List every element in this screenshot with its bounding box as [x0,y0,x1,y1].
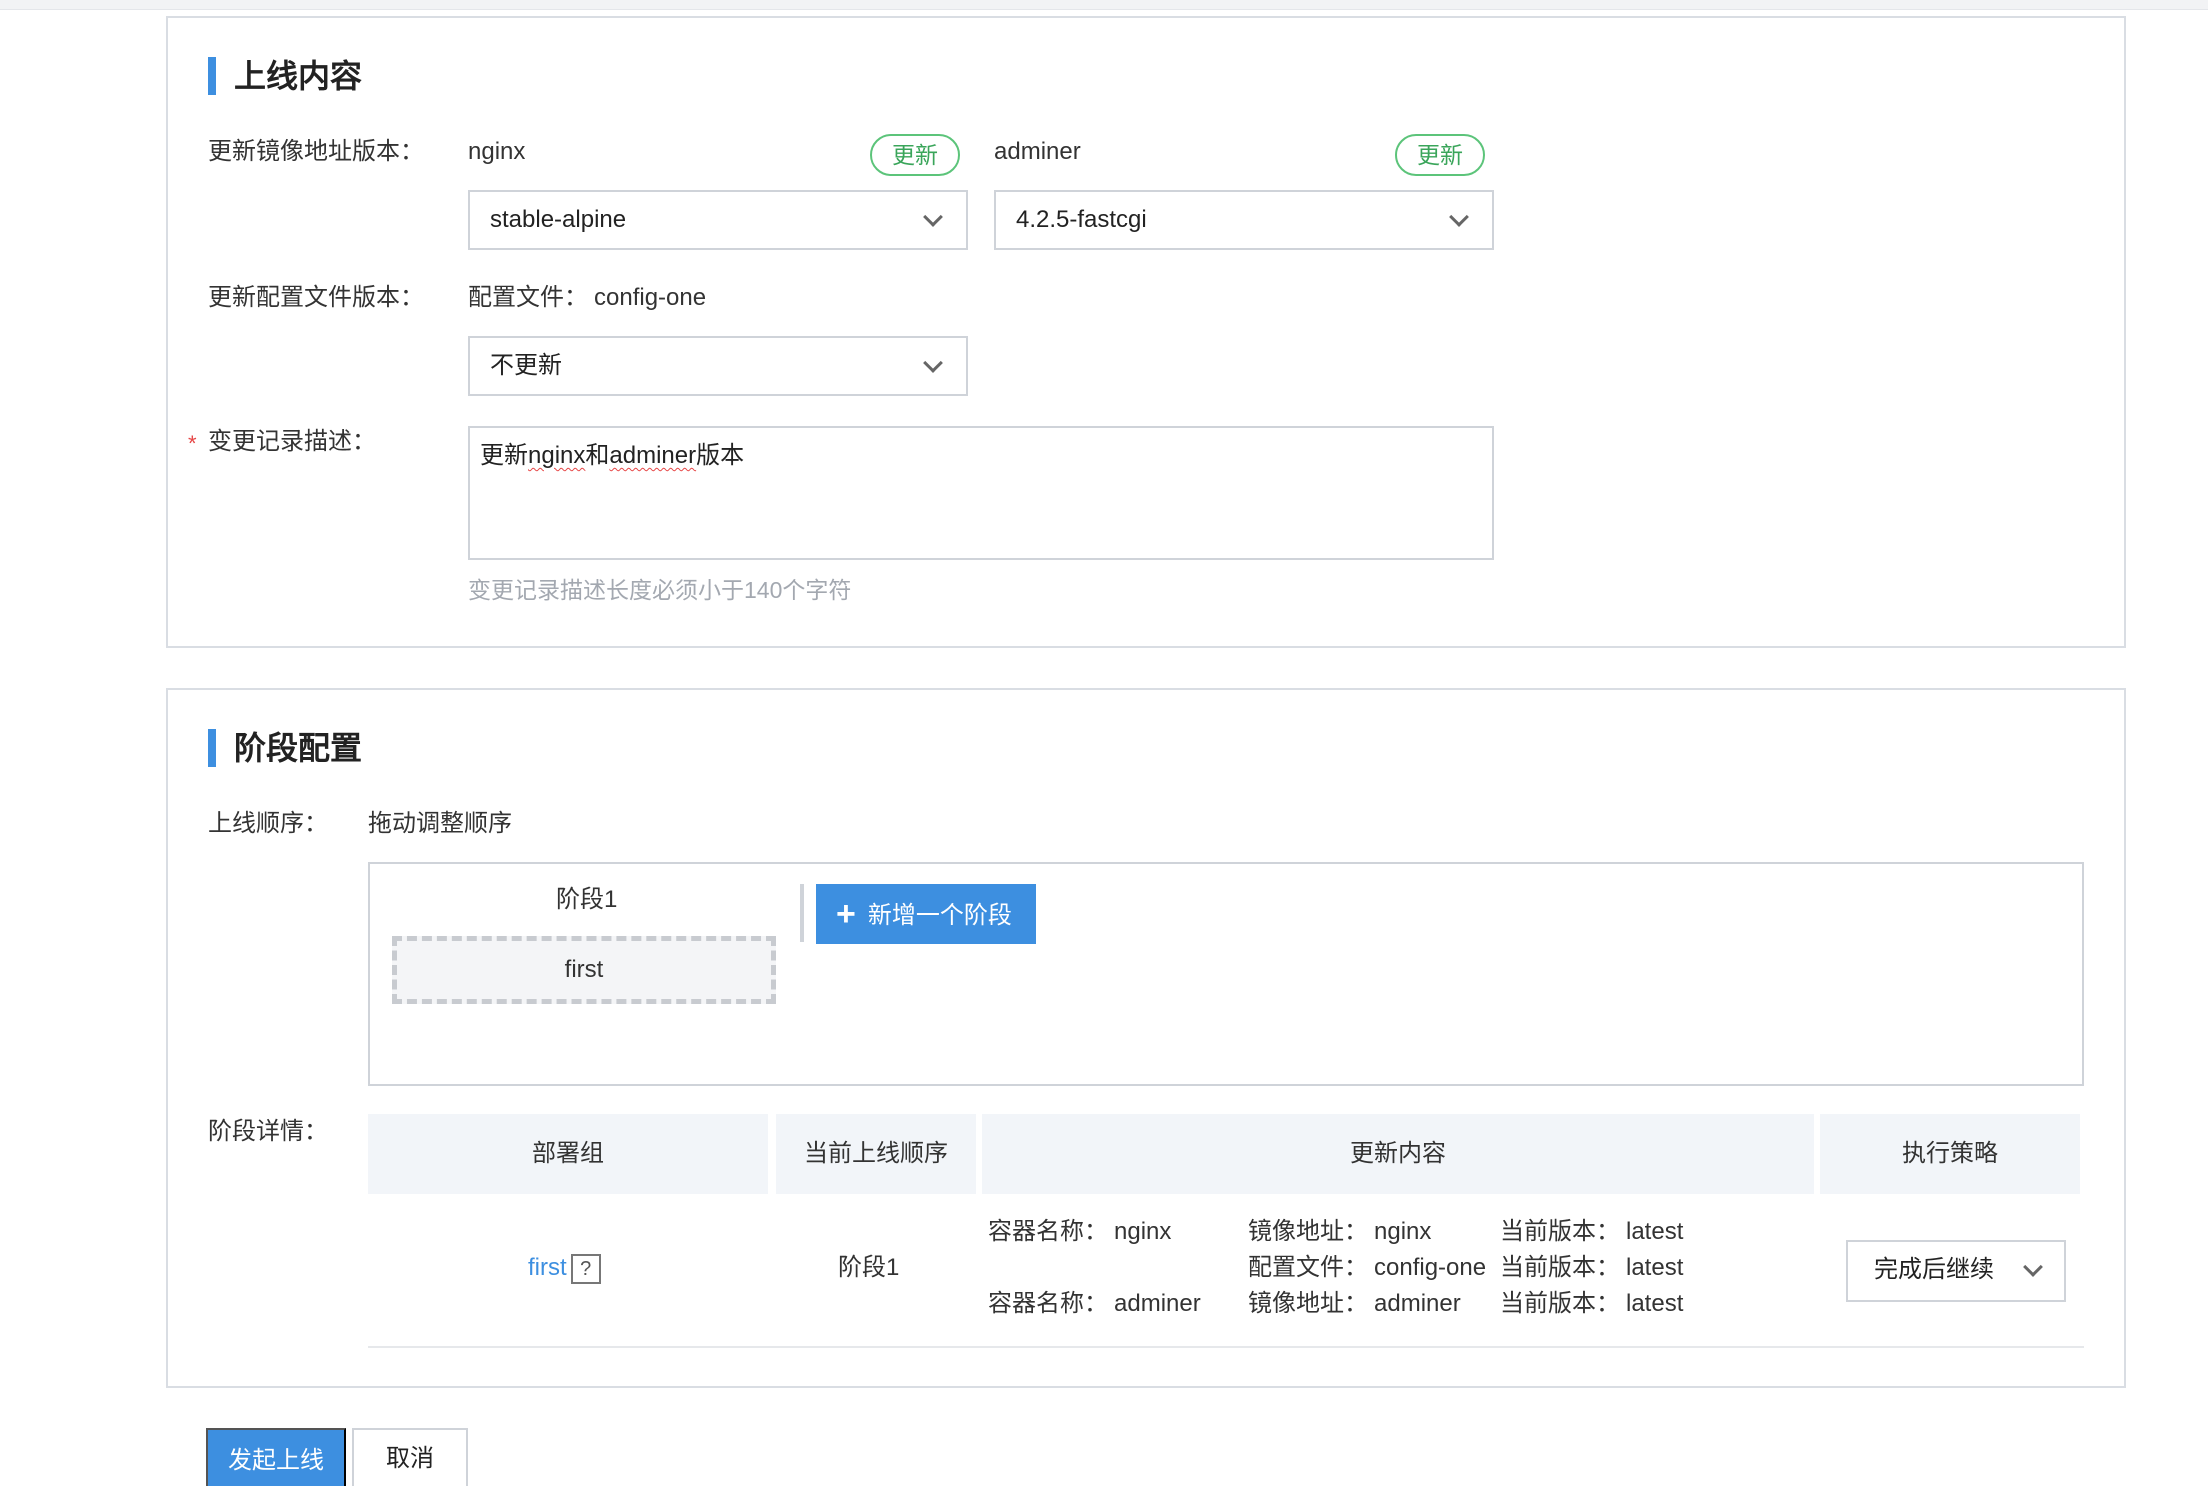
table-row-divider [368,1346,2084,1348]
stage-detail-label: 阶段详情： [208,1118,328,1145]
image-version-label: 更新镜像地址版本： [208,138,424,165]
table-row-order: 阶段1 [838,1254,900,1281]
content-card: 上线内容 更新镜像地址版本： nginx 更新 stable-alpine ad… [166,16,2126,648]
submit-release-button[interactable]: 发起上线 [206,1428,346,1486]
config-version-select[interactable]: 不更新 [468,336,968,396]
config-file-label: 配置文件： [1248,1254,1368,1281]
required-mark: * [188,431,197,456]
desc-text-part: 更新 [480,442,528,469]
desc-text-part: adminer [609,442,697,469]
container-name-label: 容器名称： [988,1290,1108,1317]
strategy-select[interactable]: 完成后继续 [1846,1240,2066,1302]
desc-text-part: 版本 [696,442,745,469]
update-adminer-button[interactable]: 更新 [1395,134,1485,176]
chevron-down-icon [923,353,943,373]
container-name-label: 容器名称： [988,1218,1108,1245]
group-link[interactable]: first [528,1254,567,1281]
stage-card: 阶段配置 上线顺序： 拖动调整顺序 阶段1 first + 新增一个阶段 阶段详情… [166,688,2126,1388]
table-header-strategy: 执行策略 [1820,1114,2080,1194]
content-section-title: 上线内容 [208,56,362,96]
container-name: adminer [1114,1290,1201,1317]
add-stage-button[interactable]: + 新增一个阶段 [816,884,1036,944]
current-version: latest [1626,1218,1684,1245]
stage-dropzone: 阶段1 first + 新增一个阶段 [368,862,2084,1086]
image-name-nginx: nginx [468,138,526,165]
stage-section-title: 阶段配置 [208,728,362,768]
strategy-value: 完成后继续 [1874,1256,1994,1283]
config-file-prefix: 配置文件： [468,284,588,311]
table-header-group: 部署组 [368,1114,768,1194]
config-version: latest [1626,1254,1684,1281]
config-version-label: 更新配置文件版本： [208,284,424,311]
drag-order-hint: 拖动调整顺序 [368,810,512,837]
release-order-label: 上线顺序： [208,810,328,837]
config-version-value: 不更新 [490,352,562,379]
image-address: nginx [1374,1218,1432,1245]
change-desc-label: 变更记录描述： [208,428,376,455]
update-nginx-button[interactable]: 更新 [870,134,960,176]
current-version: latest [1626,1290,1684,1317]
image-address-label: 镜像地址： [1248,1218,1368,1245]
top-bar-edge [0,0,2208,10]
change-desc-hint: 变更记录描述长度必须小于140个字符 [468,577,852,603]
desc-text-part: nginx [528,442,586,469]
current-version-label: 当前版本： [1500,1290,1620,1317]
container-name: nginx [1114,1218,1172,1245]
add-stage-label: 新增一个阶段 [867,902,1012,929]
current-version-label: 当前版本： [1500,1218,1620,1245]
nginx-version-select[interactable]: stable-alpine [468,190,968,250]
image-address: adminer [1374,1290,1461,1317]
adminer-version-value: 4.2.5-fastcgi [1016,206,1147,233]
nginx-version-value: stable-alpine [490,206,627,233]
table-header-order: 当前上线顺序 [776,1114,976,1194]
stage-column-title: 阶段1 [556,886,618,913]
config-file: config-one [1374,1254,1487,1281]
chevron-down-icon [2023,1257,2043,1277]
config-file-name: config-one [594,284,707,311]
image-name-adminer: adminer [994,138,1081,165]
chevron-down-icon [923,207,943,227]
cancel-button[interactable]: 取消 [352,1428,468,1486]
table-row-group: first? [528,1252,601,1284]
help-icon[interactable]: ? [570,1253,601,1284]
table-header-content: 更新内容 [982,1114,1814,1194]
chevron-down-icon [1449,207,1469,227]
adminer-version-select[interactable]: 4.2.5-fastcgi [994,190,1494,250]
config-version-label: 当前版本： [1500,1254,1620,1281]
change-desc-textarea[interactable]: 更新nginx和adminer版本 [468,426,1494,560]
desc-text-part: 和 [585,442,610,469]
stage-divider [800,884,804,942]
stage-draggable-item[interactable]: first [392,936,776,1004]
plus-icon: + [836,895,856,933]
image-address-label: 镜像地址： [1248,1290,1368,1317]
